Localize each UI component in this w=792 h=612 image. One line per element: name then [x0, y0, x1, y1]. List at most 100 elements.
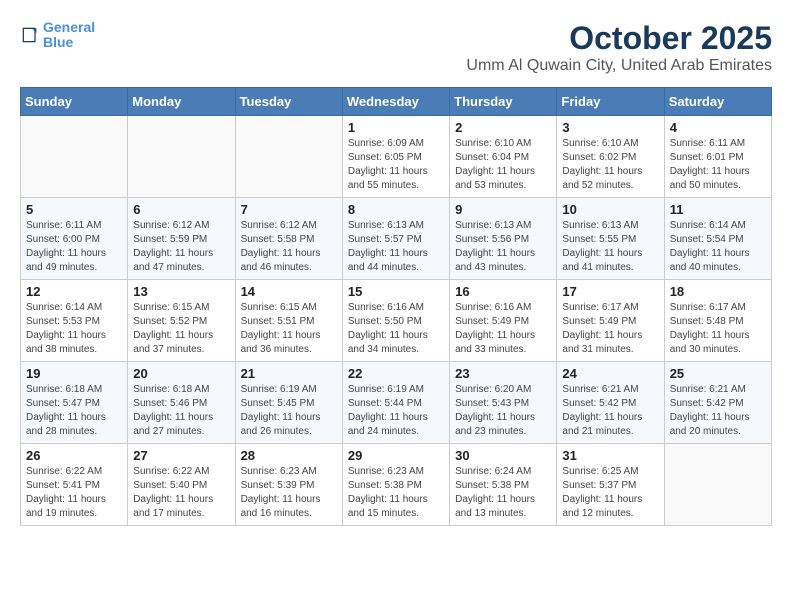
calendar-empty-cell: [235, 116, 342, 198]
month-title: October 2025: [466, 20, 772, 57]
day-info: Sunrise: 6:10 AMSunset: 6:04 PMDaylight:…: [455, 137, 551, 193]
day-info: Sunrise: 6:15 AMSunset: 5:51 PMDaylight:…: [241, 301, 337, 357]
day-info: Sunrise: 6:14 AMSunset: 5:54 PMDaylight:…: [670, 219, 766, 275]
calendar-day-16: 16 Sunrise: 6:16 AMSunset: 5:49 PMDayligh…: [450, 280, 557, 362]
day-info: Sunrise: 6:22 AMSunset: 5:40 PMDaylight:…: [133, 465, 229, 521]
day-number: 13: [133, 284, 229, 299]
calendar-day-27: 27 Sunrise: 6:22 AMSunset: 5:40 PMDayligh…: [128, 444, 235, 526]
calendar-day-25: 25 Sunrise: 6:21 AMSunset: 5:42 PMDayligh…: [664, 362, 771, 444]
day-number: 12: [26, 284, 122, 299]
calendar-week-row: 19 Sunrise: 6:18 AMSunset: 5:47 PMDayligh…: [21, 362, 772, 444]
day-number: 25: [670, 366, 766, 381]
day-number: 6: [133, 202, 229, 217]
day-info: Sunrise: 6:23 AMSunset: 5:39 PMDaylight:…: [241, 465, 337, 521]
day-number: 31: [562, 448, 658, 463]
day-info: Sunrise: 6:16 AMSunset: 5:49 PMDaylight:…: [455, 301, 551, 357]
calendar-day-14: 14 Sunrise: 6:15 AMSunset: 5:51 PMDayligh…: [235, 280, 342, 362]
day-number: 8: [348, 202, 444, 217]
calendar-day-9: 9Sunrise: 6:13 AMSunset: 5:56 PMDaylight…: [450, 198, 557, 280]
day-number: 11: [670, 202, 766, 217]
day-info: Sunrise: 6:20 AMSunset: 5:43 PMDaylight:…: [455, 383, 551, 439]
day-info: Sunrise: 6:21 AMSunset: 5:42 PMDaylight:…: [670, 383, 766, 439]
day-info: Sunrise: 6:17 AMSunset: 5:49 PMDaylight:…: [562, 301, 658, 357]
day-info: Sunrise: 6:13 AMSunset: 5:55 PMDaylight:…: [562, 219, 658, 275]
day-info: Sunrise: 6:21 AMSunset: 5:42 PMDaylight:…: [562, 383, 658, 439]
day-number: 19: [26, 366, 122, 381]
day-info: Sunrise: 6:15 AMSunset: 5:52 PMDaylight:…: [133, 301, 229, 357]
day-info: Sunrise: 6:16 AMSunset: 5:50 PMDaylight:…: [348, 301, 444, 357]
day-number: 3: [562, 120, 658, 135]
day-info: Sunrise: 6:24 AMSunset: 5:38 PMDaylight:…: [455, 465, 551, 521]
day-info: Sunrise: 6:18 AMSunset: 5:46 PMDaylight:…: [133, 383, 229, 439]
weekday-header-friday: Friday: [557, 88, 664, 116]
day-info: Sunrise: 6:12 AMSunset: 5:59 PMDaylight:…: [133, 219, 229, 275]
day-number: 2: [455, 120, 551, 135]
calendar-empty-cell: [664, 444, 771, 526]
day-info: Sunrise: 6:11 AMSunset: 6:00 PMDaylight:…: [26, 219, 122, 275]
weekday-header-monday: Monday: [128, 88, 235, 116]
weekday-header-wednesday: Wednesday: [342, 88, 449, 116]
calendar-empty-cell: [21, 116, 128, 198]
calendar-day-24: 24Sunrise: 6:21 AMSunset: 5:42 PMDayligh…: [557, 362, 664, 444]
calendar-week-row: 12 Sunrise: 6:14 AMSunset: 5:53 PMDayligh…: [21, 280, 772, 362]
day-number: 22: [348, 366, 444, 381]
calendar-day-26: 26Sunrise: 6:22 AMSunset: 5:41 PMDayligh…: [21, 444, 128, 526]
location-subtitle: Umm Al Quwain City, United Arab Emirates: [466, 57, 772, 75]
calendar-day-17: 17Sunrise: 6:17 AMSunset: 5:49 PMDayligh…: [557, 280, 664, 362]
day-number: 30: [455, 448, 551, 463]
day-info: Sunrise: 6:19 AMSunset: 5:44 PMDaylight:…: [348, 383, 444, 439]
calendar-day-31: 31Sunrise: 6:25 AMSunset: 5:37 PMDayligh…: [557, 444, 664, 526]
calendar-day-19: 19 Sunrise: 6:18 AMSunset: 5:47 PMDayligh…: [21, 362, 128, 444]
calendar-day-1: 1Sunrise: 6:09 AMSunset: 6:05 PMDaylight…: [342, 116, 449, 198]
day-info: Sunrise: 6:10 AMSunset: 6:02 PMDaylight:…: [562, 137, 658, 193]
day-info: Sunrise: 6:09 AMSunset: 6:05 PMDaylight:…: [348, 137, 444, 193]
day-info: Sunrise: 6:23 AMSunset: 5:38 PMDaylight:…: [348, 465, 444, 521]
calendar-day-22: 22 Sunrise: 6:19 AMSunset: 5:44 PMDayligh…: [342, 362, 449, 444]
day-number: 18: [670, 284, 766, 299]
day-number: 10: [562, 202, 658, 217]
calendar-day-10: 10 Sunrise: 6:13 AMSunset: 5:55 PMDayligh…: [557, 198, 664, 280]
page-header: General Blue October 2025 Umm Al Quwain …: [20, 20, 772, 79]
calendar-week-row: 5 Sunrise: 6:11 AMSunset: 6:00 PMDaylight…: [21, 198, 772, 280]
calendar-empty-cell: [128, 116, 235, 198]
calendar-day-29: 29 Sunrise: 6:23 AMSunset: 5:38 PMDayligh…: [342, 444, 449, 526]
calendar-day-13: 13 Sunrise: 6:15 AMSunset: 5:52 PMDayligh…: [128, 280, 235, 362]
calendar-day-7: 7Sunrise: 6:12 AMSunset: 5:58 PMDaylight…: [235, 198, 342, 280]
calendar-day-21: 21Sunrise: 6:19 AMSunset: 5:45 PMDayligh…: [235, 362, 342, 444]
weekday-header-thursday: Thursday: [450, 88, 557, 116]
day-number: 16: [455, 284, 551, 299]
day-number: 7: [241, 202, 337, 217]
calendar-day-4: 4Sunrise: 6:11 AMSunset: 6:01 PMDaylight…: [664, 116, 771, 198]
calendar-table: SundayMondayTuesdayWednesdayThursdayFrid…: [20, 87, 772, 526]
day-info: Sunrise: 6:13 AMSunset: 5:57 PMDaylight:…: [348, 219, 444, 275]
calendar-week-row: 1Sunrise: 6:09 AMSunset: 6:05 PMDaylight…: [21, 116, 772, 198]
day-info: Sunrise: 6:11 AMSunset: 6:01 PMDaylight:…: [670, 137, 766, 193]
calendar-day-30: 30 Sunrise: 6:24 AMSunset: 5:38 PMDayligh…: [450, 444, 557, 526]
calendar-day-12: 12 Sunrise: 6:14 AMSunset: 5:53 PMDayligh…: [21, 280, 128, 362]
calendar-day-8: 8 Sunrise: 6:13 AMSunset: 5:57 PMDaylight…: [342, 198, 449, 280]
title-section: October 2025 Umm Al Quwain City, United …: [466, 20, 772, 75]
calendar-day-20: 20 Sunrise: 6:18 AMSunset: 5:46 PMDayligh…: [128, 362, 235, 444]
day-info: Sunrise: 6:17 AMSunset: 5:48 PMDaylight:…: [670, 301, 766, 357]
calendar-week-row: 26Sunrise: 6:22 AMSunset: 5:41 PMDayligh…: [21, 444, 772, 526]
day-info: Sunrise: 6:18 AMSunset: 5:47 PMDaylight:…: [26, 383, 122, 439]
calendar-day-11: 11 Sunrise: 6:14 AMSunset: 5:54 PMDayligh…: [664, 198, 771, 280]
calendar-day-2: 2 Sunrise: 6:10 AMSunset: 6:04 PMDaylight…: [450, 116, 557, 198]
day-info: Sunrise: 6:14 AMSunset: 5:53 PMDaylight:…: [26, 301, 122, 357]
weekday-header-sunday: Sunday: [21, 88, 128, 116]
calendar-day-15: 15Sunrise: 6:16 AMSunset: 5:50 PMDayligh…: [342, 280, 449, 362]
day-number: 5: [26, 202, 122, 217]
logo-icon: [20, 25, 40, 45]
day-info: Sunrise: 6:13 AMSunset: 5:56 PMDaylight:…: [455, 219, 551, 275]
calendar-day-28: 28Sunrise: 6:23 AMSunset: 5:39 PMDayligh…: [235, 444, 342, 526]
day-number: 14: [241, 284, 337, 299]
day-info: Sunrise: 6:22 AMSunset: 5:41 PMDaylight:…: [26, 465, 122, 521]
day-number: 29: [348, 448, 444, 463]
calendar-day-23: 23 Sunrise: 6:20 AMSunset: 5:43 PMDayligh…: [450, 362, 557, 444]
day-number: 20: [133, 366, 229, 381]
day-number: 23: [455, 366, 551, 381]
calendar-day-5: 5 Sunrise: 6:11 AMSunset: 6:00 PMDaylight…: [21, 198, 128, 280]
weekday-header-tuesday: Tuesday: [235, 88, 342, 116]
calendar-day-3: 3 Sunrise: 6:10 AMSunset: 6:02 PMDaylight…: [557, 116, 664, 198]
day-number: 27: [133, 448, 229, 463]
